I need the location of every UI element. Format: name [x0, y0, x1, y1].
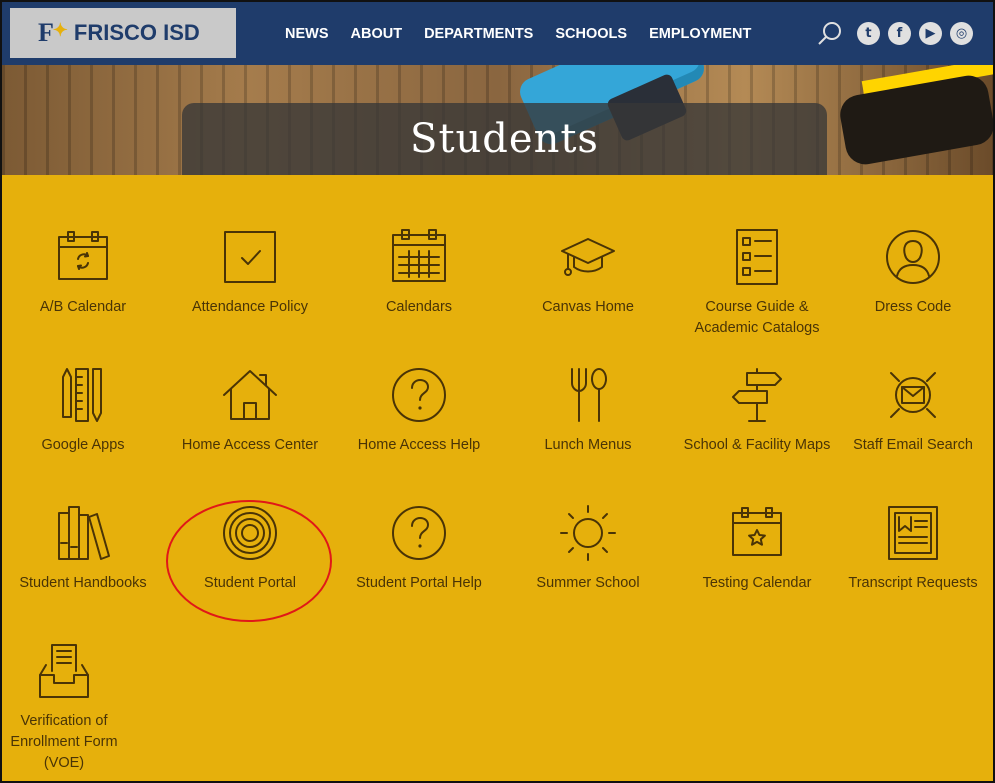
nav-news[interactable]: NEWS [285, 26, 329, 42]
sun-icon [560, 505, 616, 561]
house-icon [223, 370, 277, 420]
link-label: Canvas Home [542, 299, 634, 315]
link-student-portal[interactable]: Student Portal [165, 503, 335, 594]
link-label: Attendance Policy [191, 299, 309, 315]
nav-employment[interactable]: EMPLOYMENT [649, 26, 751, 42]
frisco-isd-logo[interactable]: F FRISCO ISD [10, 8, 236, 58]
header-utilities: t f ▶ ◎ [817, 2, 973, 65]
twitter-icon[interactable]: t [857, 22, 880, 45]
question-circle-icon [392, 506, 446, 560]
target-icon [223, 506, 277, 560]
page-title: Students [410, 116, 599, 162]
page: F FRISCO ISD NEWS ABOUT DEPARTMENTS SCHO… [0, 0, 995, 783]
link-course-guide[interactable]: Course Guide & Academic Catalogs [672, 227, 842, 339]
youtube-icon[interactable]: ▶ [919, 22, 942, 45]
question-circle-icon [392, 368, 446, 422]
link-dress-code[interactable]: Dress Code [828, 227, 993, 318]
link-label: Transcript Requests [848, 575, 978, 591]
link-label: Staff Email Search [853, 437, 973, 453]
fork-spoon-icon [571, 368, 607, 422]
link-label: Summer School [536, 575, 640, 591]
link-label: Student Portal [204, 575, 296, 591]
link-label: School & Facility Maps [683, 437, 831, 453]
link-lunch-menus[interactable]: Lunch Menus [503, 365, 673, 456]
document-chart-icon [888, 506, 938, 560]
nav-about[interactable]: ABOUT [351, 26, 403, 42]
link-testing-calendar[interactable]: Testing Calendar [672, 503, 842, 594]
link-label: Student Handbooks [19, 575, 147, 591]
graduation-cap-icon [561, 238, 615, 276]
link-staff-email-search[interactable]: Staff Email Search [828, 365, 993, 456]
link-label: Student Portal Help [356, 575, 482, 591]
hero-title-box: Students [182, 103, 827, 175]
link-calendars[interactable]: Calendars [334, 227, 504, 318]
link-canvas-home[interactable]: Canvas Home [503, 227, 673, 318]
top-navigation-bar: F FRISCO ISD NEWS ABOUT DEPARTMENTS SCHO… [2, 2, 993, 65]
facebook-icon[interactable]: f [888, 22, 911, 45]
books-icon [58, 506, 110, 560]
checkbox-icon [224, 231, 276, 283]
document-list-icon [736, 229, 778, 285]
link-transcript-requests[interactable]: Transcript Requests [828, 503, 993, 594]
link-student-handbooks[interactable]: Student Handbooks [2, 503, 168, 594]
link-label: Home Access Center [181, 437, 319, 453]
link-label: Dress Code [874, 299, 952, 315]
hero-bottle-image [837, 72, 993, 168]
link-label: Google Apps [41, 437, 125, 453]
hero-banner: Students [2, 65, 993, 175]
link-summer-school[interactable]: Summer School [503, 503, 673, 594]
link-attendance-policy[interactable]: Attendance Policy [165, 227, 335, 318]
link-label: Calendars [385, 299, 453, 315]
link-ab-calendar[interactable]: A/B Calendar [2, 227, 168, 318]
calendar-grid-icon [392, 229, 446, 282]
link-label: Home Access Help [357, 437, 481, 453]
search-icon[interactable] [817, 21, 843, 47]
nav-schools[interactable]: SCHOOLS [555, 26, 627, 42]
link-label: Course Guide & Academic Catalogs [694, 299, 820, 336]
link-label: A/B Calendar [39, 299, 127, 315]
ruler-pencil-icon [62, 368, 102, 422]
logo-text: FRISCO ISD [73, 20, 200, 45]
instagram-icon[interactable]: ◎ [950, 22, 973, 45]
calendar-star-icon [732, 507, 782, 556]
link-google-apps[interactable]: Google Apps [2, 365, 168, 456]
logo-mark: F [38, 18, 66, 48]
link-school-facility-maps[interactable]: School & Facility Maps [672, 365, 842, 456]
main-nav: NEWS ABOUT DEPARTMENTS SCHOOLS EMPLOYMEN… [285, 2, 751, 65]
link-verification-of-enrollment[interactable]: Verification of Enrollment Form (VOE) [2, 641, 134, 774]
link-label: Testing Calendar [702, 575, 812, 591]
link-label: Verification of Enrollment Form (VOE) [10, 713, 118, 771]
inbox-document-icon [39, 644, 89, 698]
signpost-icon [732, 368, 782, 422]
link-label: Lunch Menus [544, 437, 632, 453]
nav-departments[interactable]: DEPARTMENTS [424, 26, 533, 42]
link-home-access-center[interactable]: Home Access Center [165, 365, 335, 456]
calendar-refresh-icon [58, 231, 108, 280]
link-home-access-help[interactable]: Home Access Help [334, 365, 504, 456]
link-student-portal-help[interactable]: Student Portal Help [334, 503, 504, 594]
person-circle-icon [886, 230, 940, 284]
email-search-icon [890, 372, 936, 418]
